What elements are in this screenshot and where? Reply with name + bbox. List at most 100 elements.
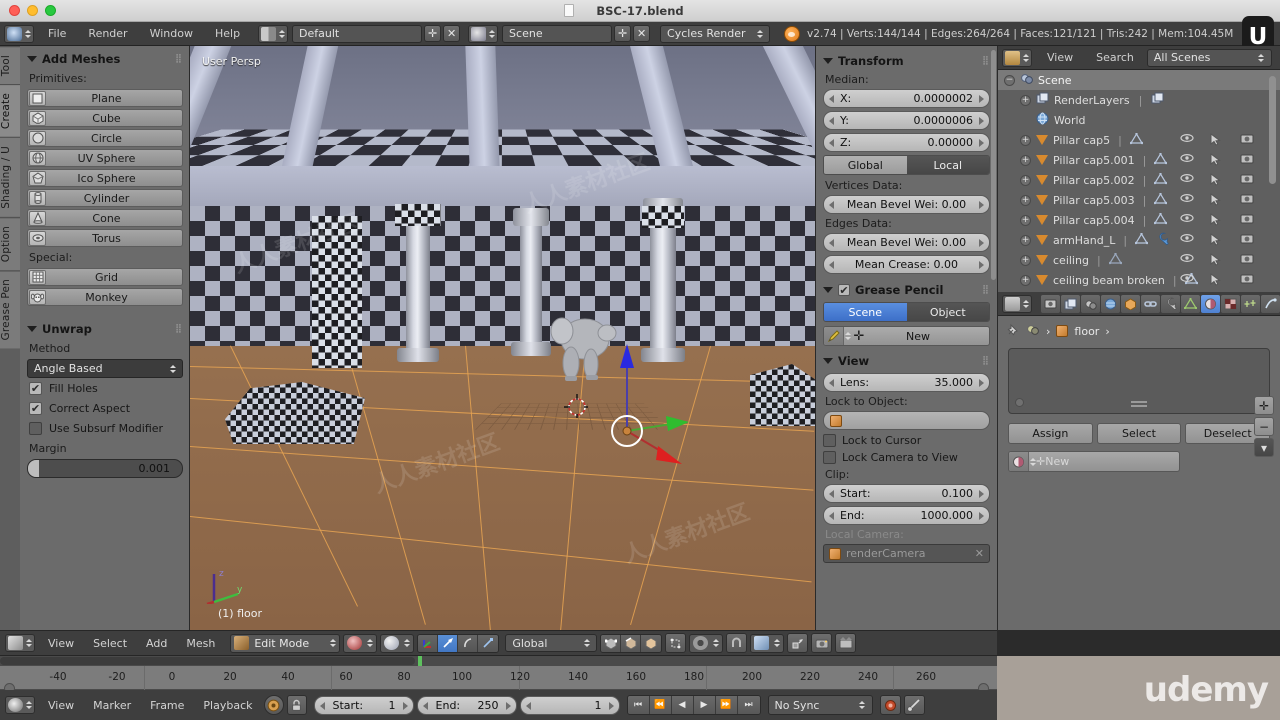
disable-in-renders-icon[interactable] [1240, 213, 1254, 227]
lock-to-cursor-checkbox[interactable] [823, 434, 836, 447]
edge-select-mode-icon[interactable] [621, 634, 642, 652]
menu-render[interactable]: Render [78, 25, 137, 42]
chevron-left-icon[interactable] [829, 261, 834, 269]
chevron-left-icon[interactable] [829, 379, 834, 387]
timeline-ruler[interactable]: -40 -20 0 20 40 60 80 100 120 140 160 18… [0, 666, 997, 694]
use-subsurf-checkbox[interactable] [29, 421, 42, 435]
outliner-row-toggles[interactable] [1180, 212, 1254, 227]
outliner-row-pillar-cap5-001[interactable]: + Pillar cap5.001 | [998, 150, 1280, 170]
chevron-left-icon[interactable] [829, 201, 834, 209]
pivot-point-selector[interactable] [380, 633, 415, 653]
scale-manipulator-icon[interactable] [478, 634, 499, 652]
disable-in-renders-icon[interactable] [1240, 133, 1254, 147]
expand-icon[interactable]: + [1020, 234, 1031, 246]
chevron-right-icon[interactable] [979, 239, 984, 247]
chevron-left-icon[interactable] [829, 95, 834, 103]
disable-in-renders-icon[interactable] [1240, 253, 1254, 267]
outliner-menu-search[interactable]: Search [1086, 49, 1144, 66]
outliner-tree[interactable]: − Scene + RenderLayers | World + Pillar … [998, 70, 1280, 292]
timeline-menu-marker[interactable]: Marker [85, 697, 139, 714]
add-scene-button[interactable]: ✛ [614, 25, 632, 42]
outliner-scrollbar[interactable] [1269, 76, 1276, 184]
menu-window[interactable]: Window [140, 25, 203, 42]
lock-to-object-field[interactable] [823, 411, 990, 430]
global-space-button[interactable]: Global [824, 156, 907, 174]
outliner-row-toggles[interactable] [1180, 192, 1254, 207]
chevron-updown-icon[interactable] [1029, 455, 1036, 469]
view-panel-header[interactable]: View ⣿ [823, 354, 990, 368]
disable-in-renders-icon[interactable] [1240, 233, 1254, 247]
gp-object-tab[interactable]: Object [906, 303, 989, 321]
timeline-menu-frame[interactable]: Frame [142, 697, 192, 714]
outliner-row-scene[interactable]: − Scene [998, 70, 1280, 90]
chevron-right-icon[interactable] [608, 701, 614, 710]
jump-to-start-icon[interactable]: ⏮ [627, 696, 650, 714]
screen-layout-icon-group[interactable] [258, 24, 289, 43]
add-monkey-button[interactable]: Monkey [27, 288, 183, 306]
transform-panel-header[interactable]: Transform ⣿ [823, 54, 990, 68]
material-slot-specials-button[interactable]: ▾ [1254, 438, 1274, 457]
add-ico-sphere-button[interactable]: Ico Sphere [27, 169, 183, 187]
use-preview-range-icon[interactable] [263, 695, 284, 715]
hide-in-viewport-icon[interactable] [1180, 273, 1194, 287]
previous-keyframe-icon[interactable]: ⏪ [649, 696, 672, 714]
outliner-editor-type-selector[interactable] [1002, 48, 1032, 67]
tab-tool[interactable]: Tool [0, 46, 20, 85]
limit-selection-visible-icon[interactable] [665, 633, 687, 653]
expand-icon[interactable]: + [1020, 274, 1031, 286]
lock-camera-to-view-row[interactable]: Lock Camera to View [823, 451, 990, 464]
add-grid-button[interactable]: Grid [27, 268, 183, 286]
chevron-left-icon[interactable] [829, 139, 834, 147]
local-camera-field[interactable]: renderCamera ✕ [823, 544, 990, 563]
outliner-row-toggles[interactable] [1180, 252, 1254, 267]
jump-to-end-icon[interactable]: ⏭ [737, 696, 760, 714]
margin-slider[interactable]: 0.001 [27, 459, 183, 478]
tab-object[interactable] [1121, 294, 1140, 313]
add-torus-button[interactable]: Torus [27, 229, 183, 247]
tab-options[interactable]: Option [0, 217, 20, 271]
disable-selection-icon[interactable] [1210, 252, 1224, 267]
hide-in-viewport-icon[interactable] [1180, 233, 1194, 247]
material-slot-list[interactable] [1008, 348, 1270, 414]
correct-aspect-checkbox[interactable]: ✔ [29, 401, 42, 415]
chevron-right-icon[interactable] [402, 701, 408, 710]
material-slot-buttons[interactable]: ✛ − ▾ [1254, 396, 1274, 459]
mesh-select-mode-buttons[interactable] [600, 633, 663, 653]
play-reverse-icon[interactable]: ◀ [671, 696, 694, 714]
render-animation-icon[interactable] [835, 633, 857, 653]
auto-keyframe-record-icon[interactable] [879, 695, 901, 715]
outliner-row-toggles[interactable] [1180, 272, 1254, 287]
expand-icon[interactable]: + [1020, 94, 1031, 106]
tab-object-data[interactable] [1181, 294, 1200, 313]
assign-material-button[interactable]: Assign [1008, 423, 1093, 444]
chevron-right-icon[interactable] [979, 139, 984, 147]
current-frame-field[interactable]: 1 [519, 695, 620, 715]
outliner-row-toggles[interactable] [1180, 232, 1254, 247]
hide-in-viewport-icon[interactable] [1180, 253, 1194, 267]
tab-grease-pencil[interactable]: Grease Pen [0, 270, 20, 349]
proportional-edit-selector[interactable] [689, 633, 724, 653]
chevron-left-icon[interactable] [829, 490, 834, 498]
material-assign-buttons[interactable]: Assign Select Deselect [1008, 423, 1271, 444]
correct-aspect-row[interactable]: ✔ Correct Aspect [29, 398, 183, 418]
timeline-editor-type-selector[interactable] [5, 696, 35, 714]
playback-controls[interactable]: ⏮ ⏪ ◀ ▶ ⏩ ⏭ [626, 695, 761, 715]
viewport-3d[interactable]: User Persp z y (1) floor 人人素材社区 人人素材社区 人… [190, 46, 815, 630]
local-space-button[interactable]: Local [906, 156, 989, 174]
chevron-updown-icon[interactable] [844, 329, 851, 343]
median-y-field[interactable]: Y: 0.0000006 [823, 111, 990, 130]
delete-scene-button[interactable]: ✕ [633, 25, 651, 42]
timeline-scroll-thumb[interactable] [0, 657, 415, 665]
expand-icon[interactable]: + [1020, 174, 1031, 186]
chevron-right-icon[interactable] [979, 512, 984, 520]
outliner-row-pillar-cap5[interactable]: + Pillar cap5 | [998, 130, 1280, 150]
interaction-mode-selector[interactable]: Edit Mode [230, 633, 341, 653]
disable-in-renders-icon[interactable] [1240, 173, 1254, 187]
vertex-mean-bevel-weight-field[interactable]: Mean Bevel Wei: 0.00 [823, 195, 990, 214]
menu-file[interactable]: File [38, 25, 76, 42]
tab-render-layers[interactable] [1061, 294, 1080, 313]
npanel-scrollbar[interactable] [991, 50, 996, 280]
disable-selection-icon[interactable] [1210, 172, 1224, 187]
collapse-icon[interactable]: − [1004, 74, 1015, 86]
grease-pencil-checkbox[interactable]: ✔ [838, 284, 850, 297]
